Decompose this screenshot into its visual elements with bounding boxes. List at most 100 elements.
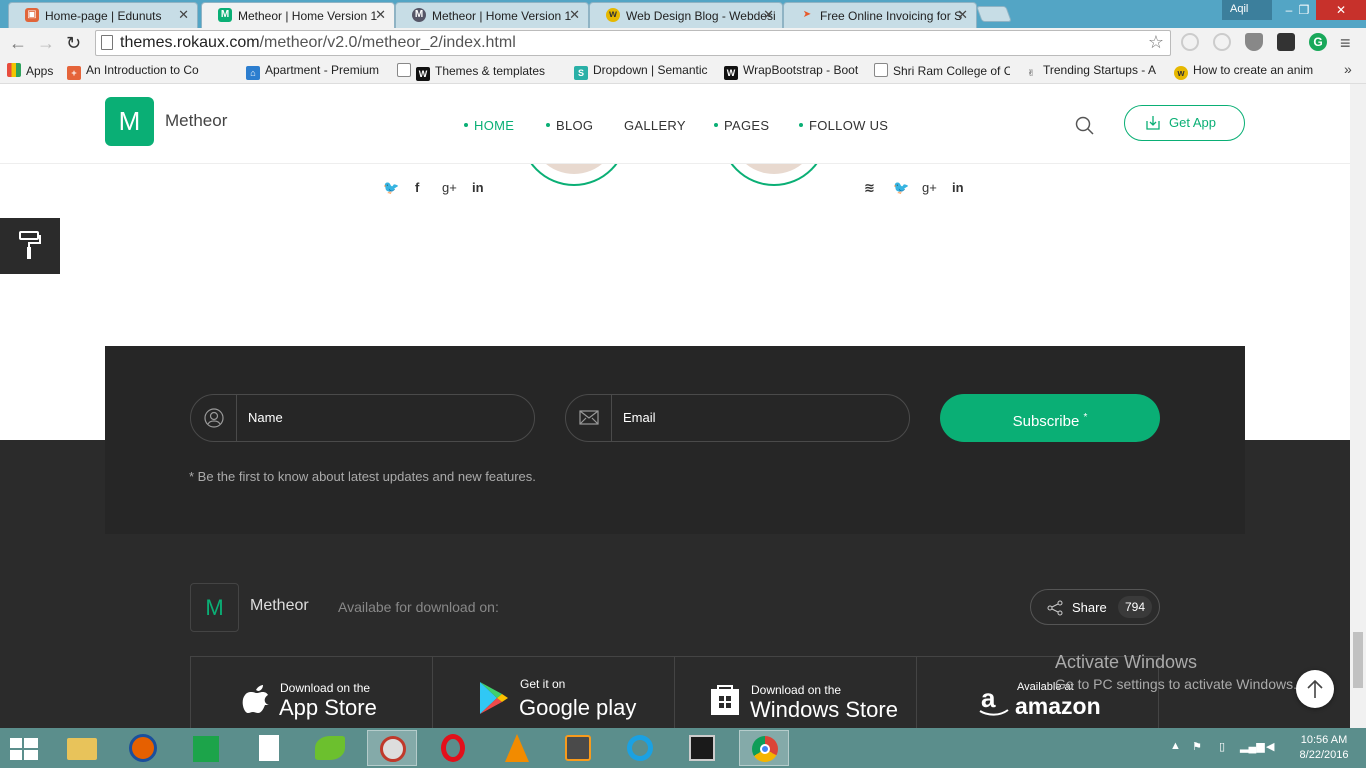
snipping-tool-icon[interactable]	[367, 730, 417, 766]
bookmark-item[interactable]: W Themes & templates	[397, 63, 557, 81]
terminal-app-icon[interactable]	[677, 730, 727, 766]
firefox-icon[interactable]	[119, 730, 169, 766]
extension-icon[interactable]	[1277, 33, 1295, 51]
internet-explorer-icon[interactable]	[615, 730, 665, 766]
share-button[interactable]: Share 794	[1030, 589, 1160, 625]
linkedin-icon[interactable]: in	[472, 180, 484, 195]
google-play-badge[interactable]: Get it on Google play	[433, 657, 675, 728]
site-name[interactable]: Metheor	[165, 111, 227, 131]
extension-icon[interactable]	[1181, 33, 1199, 51]
search-icon[interactable]	[1075, 116, 1095, 136]
activate-windows-subtitle: Go to PC settings to activate Windows.	[1055, 676, 1297, 692]
get-app-button[interactable]: Get App	[1124, 105, 1245, 141]
google-plus-icon[interactable]: g+	[442, 180, 457, 195]
store-app-icon[interactable]	[181, 730, 231, 766]
stackoverflow-icon[interactable]: ≋	[864, 180, 875, 196]
twitter-icon[interactable]: 🐦	[383, 180, 399, 196]
site-header: M Metheor HOME BLOG GALLERY PAGES FOLLOW…	[0, 84, 1350, 164]
google-play-icon	[480, 682, 508, 714]
browser-toolbar: ← → ↻ themes.rokaux.com/metheor/v2.0/met…	[0, 28, 1366, 58]
signal-icon[interactable]: ▂▄▆	[1240, 740, 1265, 753]
nav-blog[interactable]: BLOG	[546, 118, 593, 133]
linkedin-icon[interactable]: in	[952, 180, 964, 195]
store-badges: Download on the App Store Get it on Goog…	[190, 656, 1160, 728]
document-icon[interactable]	[243, 730, 293, 766]
share-label: Share	[1072, 600, 1107, 615]
subscribe-button[interactable]: Subscribe *	[940, 394, 1160, 442]
close-icon[interactable]: ✕	[763, 7, 774, 23]
new-tab-button[interactable]	[976, 6, 1012, 22]
profile-user[interactable]: Aqil	[1222, 0, 1272, 20]
back-icon[interactable]: ←	[9, 33, 27, 54]
battery-icon[interactable]: ▯	[1219, 740, 1225, 753]
sublime-text-icon[interactable]	[553, 730, 603, 766]
page-icon	[101, 35, 113, 50]
close-icon[interactable]: ✕	[569, 7, 580, 23]
name-field[interactable]: Name	[190, 394, 535, 442]
bookmark-item[interactable]: + An Introduction to Co	[67, 63, 205, 80]
volume-icon[interactable]: ◀	[1266, 740, 1274, 753]
hand-icon: ✌	[1027, 68, 1035, 78]
address-bar[interactable]: themes.rokaux.com/metheor/v2.0/metheor_2…	[95, 30, 1171, 56]
leaf-app-icon[interactable]	[305, 730, 355, 766]
site-logo[interactable]: M	[105, 97, 154, 146]
tray-arrow-icon[interactable]: ▲	[1170, 740, 1181, 752]
chevron-right-icon[interactable]: »	[1344, 61, 1352, 77]
footer-logo[interactable]: M	[190, 583, 239, 632]
menu-icon[interactable]: ≡	[1340, 33, 1351, 54]
reload-icon[interactable]: ↻	[66, 33, 81, 54]
nav-pages[interactable]: PAGES	[714, 118, 769, 133]
tab-webdesign[interactable]: w Web Design Blog - Webdesi ✕	[589, 2, 783, 28]
email-field[interactable]: Email	[565, 394, 910, 442]
forward-icon[interactable]: →	[37, 33, 55, 54]
extension-icon[interactable]	[1213, 33, 1231, 51]
tab-metheor-active[interactable]: M Metheor | Home Version 1 ✕	[201, 2, 395, 28]
google-plus-icon[interactable]: g+	[922, 180, 937, 195]
close-icon[interactable]: ✕	[178, 7, 189, 23]
bookmark-item[interactable]: S Dropdown | Semantic	[574, 63, 710, 80]
back-to-top-button[interactable]	[1296, 670, 1334, 708]
system-clock[interactable]: 10:56 AM 8/22/2016	[1296, 733, 1352, 763]
window-close-icon[interactable]: ✕	[1316, 0, 1366, 20]
bookmark-item[interactable]: ✌ Trending Startups - A	[1024, 63, 1160, 80]
facebook-icon[interactable]: f	[415, 180, 419, 195]
amazon-icon: a	[979, 683, 1009, 716]
bookmark-star-icon[interactable]: ☆	[1148, 32, 1164, 53]
twitter-icon[interactable]: 🐦	[893, 180, 909, 196]
download-icon	[1146, 116, 1160, 130]
close-icon[interactable]: ✕	[375, 7, 386, 23]
vlc-icon[interactable]	[491, 730, 541, 766]
scrollbar-thumb[interactable]	[1353, 632, 1363, 688]
bookmark-apps[interactable]: Apps	[7, 63, 62, 78]
customizer-button[interactable]	[0, 218, 60, 274]
app-store-badge[interactable]: Download on the App Store	[191, 657, 433, 728]
clock-time: 10:56 AM	[1300, 734, 1348, 746]
page-viewport: 🐦 f g+ in ≋ 🐦 g+ in M Metheor HOME BLOG …	[0, 84, 1350, 728]
page-scrollbar[interactable]	[1350, 84, 1366, 728]
tab-title: Free Online Invoicing for S	[820, 9, 963, 23]
windows-store-badge[interactable]: Download on the Windows Store	[675, 657, 917, 728]
file-explorer-icon[interactable]	[57, 730, 107, 766]
activate-windows-title: Activate Windows	[1055, 652, 1198, 672]
chrome-icon[interactable]	[739, 730, 789, 766]
bookmark-item[interactable]: Shri Ram College of C	[874, 63, 1010, 78]
grammarly-icon[interactable]: G	[1309, 33, 1327, 51]
tab-metheor[interactable]: M Metheor | Home Version 1 ✕	[395, 2, 589, 28]
windows-start-icon[interactable]	[10, 738, 38, 760]
maximize-icon[interactable]: ❐	[1289, 0, 1319, 20]
tab-edunuts[interactable]: ▣ Home-page | Edunuts ✕	[8, 2, 198, 28]
nav-gallery[interactable]: GALLERY	[624, 118, 686, 133]
bookmark-item[interactable]: W WrapBootstrap - Boot	[724, 63, 862, 80]
tab-invoicing[interactable]: ➤ Free Online Invoicing for S ✕	[783, 2, 977, 28]
bookmark-item[interactable]: ⌂ Apartment - Premium	[246, 63, 384, 80]
flag-icon[interactable]: ⚑	[1192, 740, 1202, 753]
svg-text:a: a	[981, 683, 996, 713]
bookmark-item[interactable]: w How to create an anim	[1174, 63, 1338, 80]
opera-icon[interactable]	[429, 730, 479, 766]
close-icon[interactable]: ✕	[957, 7, 968, 23]
user-icon-box	[191, 395, 237, 441]
nav-home[interactable]: HOME	[464, 118, 514, 133]
nav-follow-us[interactable]: FOLLOW US	[799, 118, 888, 133]
subscribe-note: * Be the first to know about latest upda…	[189, 469, 536, 484]
shield-icon[interactable]	[1245, 33, 1263, 51]
